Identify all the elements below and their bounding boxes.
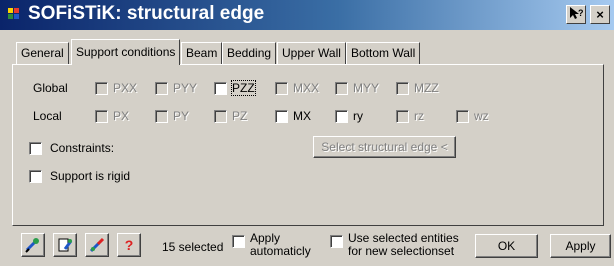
ry-checkbox[interactable] <box>335 110 348 123</box>
help-cursor-icon[interactable]: ? <box>566 5 586 24</box>
tab-beam[interactable]: Beam <box>181 42 223 64</box>
support-rigid-label: Support is rigid <box>50 169 131 183</box>
px-checkbox[interactable] <box>95 110 108 123</box>
window-title: SOFiSTiK: structural edge <box>28 3 265 24</box>
properties-tool-button[interactable] <box>53 233 77 257</box>
svg-text:?: ? <box>578 8 584 18</box>
py-label: PY <box>173 109 190 123</box>
help-tool-button[interactable]: ? <box>117 233 141 257</box>
wz-label: wz <box>474 109 489 123</box>
apply-automatically-checkbox[interactable] <box>232 235 245 248</box>
tab-support-conditions[interactable]: Support conditions <box>71 39 181 65</box>
pyy-label: PYY <box>173 81 198 95</box>
help-tool-icon: ? <box>124 237 134 253</box>
ry-label: ry <box>353 109 363 123</box>
pxx-label: PXX <box>113 81 138 95</box>
mx-checkbox[interactable] <box>275 110 288 123</box>
selected-count: 15 selected <box>162 240 224 254</box>
dialog-window: SOFiSTiK: structural edge ? × General Su… <box>0 0 614 266</box>
tab-bottom-wall[interactable]: Bottom Wall <box>346 42 421 64</box>
mzz-checkbox[interactable] <box>396 82 409 95</box>
pz-label: PZ <box>232 109 248 123</box>
use-selected-label: Use selected entities for new selections… <box>348 231 459 258</box>
mx-label: MX <box>293 109 311 123</box>
tab-upper-wall[interactable]: Upper Wall <box>277 42 346 64</box>
pzz-label: PZZ <box>231 80 256 96</box>
sofistik-logo-icon <box>8 8 24 22</box>
pxx-checkbox[interactable] <box>95 82 108 95</box>
mxx-checkbox[interactable] <box>275 82 288 95</box>
assign-tool-icon <box>25 238 39 253</box>
ok-button[interactable]: OK <box>475 234 538 258</box>
pzz-checkbox[interactable] <box>214 82 227 95</box>
tab-bedding[interactable]: Bedding <box>222 42 277 64</box>
constraints-label: Constraints: <box>50 141 115 155</box>
select-structural-edge-button[interactable]: Select structural edge < <box>313 136 456 158</box>
close-button[interactable]: × <box>590 5 610 24</box>
close-icon: × <box>596 7 604 22</box>
mxx-label: MXX <box>293 81 320 95</box>
assign-tool-button[interactable] <box>21 233 45 257</box>
wz-checkbox[interactable] <box>456 110 469 123</box>
support-rigid-checkbox[interactable] <box>29 170 42 183</box>
mzz-label: MZZ <box>414 81 439 95</box>
pick-tool-icon <box>89 237 105 253</box>
apply-automatically-label: Apply automaticly <box>250 231 311 258</box>
pick-tool-button[interactable] <box>85 233 109 257</box>
constraints-checkbox[interactable] <box>29 142 42 155</box>
px-label: PX <box>113 109 130 123</box>
pz-checkbox[interactable] <box>214 110 227 123</box>
tab-general[interactable]: General <box>16 42 69 64</box>
rz-label: rz <box>414 109 424 123</box>
local-label: Local <box>33 109 62 123</box>
apply-button[interactable]: Apply <box>550 234 611 258</box>
pyy-checkbox[interactable] <box>155 82 168 95</box>
properties-tool-icon <box>58 238 73 252</box>
py-checkbox[interactable] <box>155 110 168 123</box>
myy-label: MYY <box>353 81 380 95</box>
rz-checkbox[interactable] <box>396 110 409 123</box>
title-bar[interactable]: SOFiSTiK: structural edge ? × <box>0 0 614 30</box>
global-label: Global <box>33 81 68 95</box>
use-selected-checkbox[interactable] <box>330 235 343 248</box>
myy-checkbox[interactable] <box>335 82 348 95</box>
